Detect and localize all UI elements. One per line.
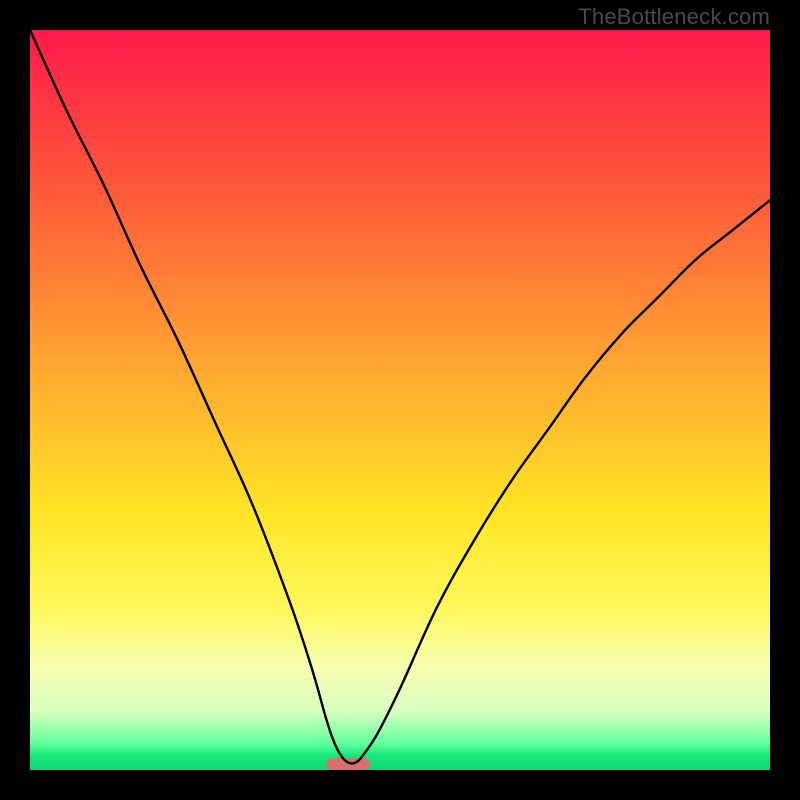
chart-plot-area bbox=[30, 30, 770, 770]
watermark-text: TheBottleneck.com bbox=[578, 4, 770, 30]
min-marker bbox=[326, 758, 370, 770]
chart-frame: TheBottleneck.com bbox=[0, 0, 800, 800]
chart-svg bbox=[30, 30, 770, 770]
chart-background bbox=[30, 30, 770, 770]
annotations-layer bbox=[326, 758, 370, 770]
